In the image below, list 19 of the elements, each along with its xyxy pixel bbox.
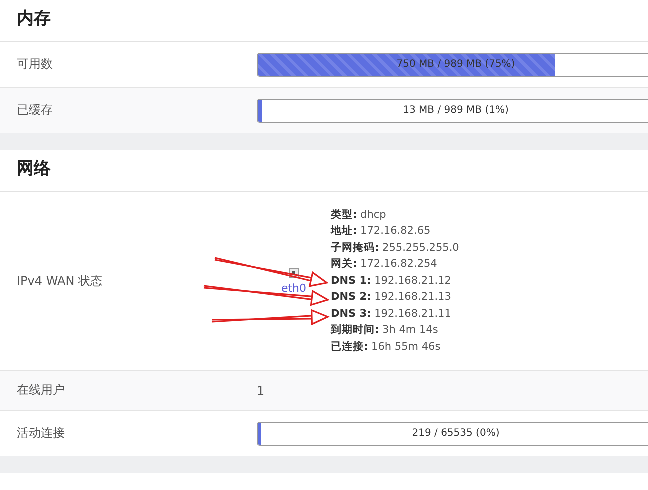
- wan-detail: 类型: dhcp: [331, 208, 388, 222]
- interface-name: eth0: [281, 282, 307, 294]
- progress-reading: 750 MB / 989 MB (75%): [396, 59, 516, 70]
- row-label: IPv4 WAN 状态: [17, 272, 104, 290]
- wan-detail: DNS 2: 192.168.21.13: [331, 290, 452, 305]
- wan-detail: 子网掩码: 255.255.255.0: [331, 240, 460, 256]
- row-value: 1: [257, 384, 266, 398]
- row-label: 已缓存: [17, 102, 54, 119]
- row-label: 在线用户: [17, 382, 66, 399]
- wan-detail: 地址: 172.16.82.65: [331, 224, 432, 239]
- progress-reading: 219 / 65535 (0%): [412, 428, 500, 439]
- row-label: 活动连接: [17, 425, 66, 442]
- row-label: 可用数: [17, 56, 54, 73]
- wan-detail: 已连接: 16h 55m 46s: [331, 340, 442, 354]
- wan-detail: DNS 3: 192.168.21.11: [331, 306, 452, 322]
- progress-reading: 13 MB / 989 MB (1%): [403, 105, 509, 116]
- wan-detail: DNS 1: 192.168.21.12: [331, 274, 452, 288]
- wan-detail: 网关: 172.16.82.254: [331, 257, 438, 272]
- wan-detail: 到期时间: 3h 4m 14s: [331, 323, 440, 338]
